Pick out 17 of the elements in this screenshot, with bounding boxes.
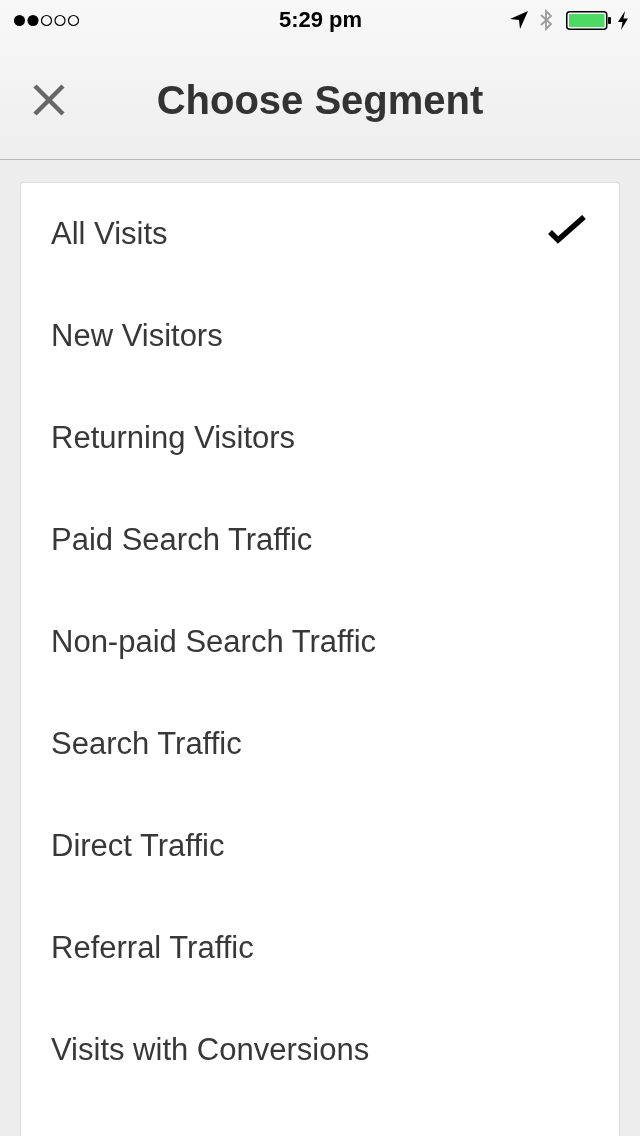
charging-bolt-icon [618, 10, 628, 30]
segment-item[interactable]: New Visitors [21, 285, 619, 387]
location-arrow-icon [510, 11, 528, 29]
segment-item[interactable]: Non-paid Search Traffic [21, 591, 619, 693]
status-time: 5:29 pm [278, 7, 363, 33]
segment-item[interactable]: Search Traffic [21, 693, 619, 795]
segment-item[interactable]: All Visits [21, 183, 619, 285]
bluetooth-icon [540, 9, 552, 31]
segment-item[interactable]: Returning Visitors [21, 387, 619, 489]
signal-strength-icon [13, 13, 80, 27]
battery-icon [566, 10, 611, 30]
segment-item[interactable]: Paid Search Traffic [21, 489, 619, 591]
screen-title: Choose Segment [156, 77, 484, 123]
segment-item[interactable]: Referral Traffic [21, 897, 619, 999]
close-icon [33, 83, 65, 116]
segment-item[interactable]: Direct Traffic [21, 795, 619, 897]
segment-item[interactable]: Visits with Conversions [21, 999, 619, 1101]
